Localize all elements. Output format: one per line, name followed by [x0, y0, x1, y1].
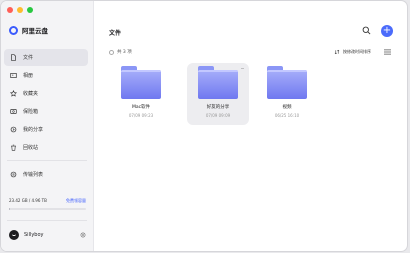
close-window-button[interactable] — [7, 7, 13, 13]
aliyun-logo-icon — [9, 25, 18, 35]
folder-date: 07/09 09:09 — [205, 113, 231, 118]
sidebar-item-label: 保险箱 — [23, 109, 39, 115]
storage-info: 23.42 GB / 4.96 TB 免费领容量 — [9, 198, 86, 210]
folder-name: 好友的分享 — [206, 105, 230, 110]
zoom-window-button[interactable] — [27, 7, 33, 13]
sidebar-divider — [7, 160, 87, 161]
sidebar-item-label: 收藏夹 — [23, 91, 39, 97]
user-profile[interactable]: Sillyboy — [9, 230, 86, 240]
folder-item[interactable]: 视频 06/25 16:10 — [256, 63, 318, 125]
file-icon — [10, 54, 17, 61]
sort-icon — [334, 49, 340, 55]
sidebar-item-my-shares[interactable]: 我的分享 — [4, 121, 88, 138]
sidebar-item-safe[interactable]: 保险箱 — [4, 103, 88, 120]
search-icon[interactable] — [362, 26, 371, 35]
storage-bar — [9, 208, 86, 210]
free-capacity-link[interactable]: 免费领容量 — [66, 198, 86, 204]
username: Sillyboy — [24, 232, 44, 238]
add-button[interactable]: + — [381, 25, 393, 37]
star-icon — [10, 90, 17, 97]
sort-label: 按修改时间排序 — [343, 49, 371, 54]
window-controls — [7, 7, 33, 13]
select-all-radio[interactable] — [109, 49, 114, 55]
photo-icon — [10, 72, 17, 79]
sidebar-item-trash[interactable]: 回收站 — [4, 139, 88, 156]
sidebar: 阿里云盘 文件 相册 收藏夹 保险箱 我的分享 回收站 传输列表 23.42 G… — [1, 1, 94, 251]
sort-control[interactable]: 按修改时间排序 — [334, 49, 371, 55]
settings-icon[interactable] — [80, 232, 86, 238]
transfer-section: 传输列表 — [4, 166, 88, 184]
item-count: 共 3 项 — [117, 50, 132, 55]
folder-item[interactable]: Mac软件 07/09 09:23 — [110, 63, 172, 125]
folder-icon — [198, 66, 238, 99]
folder-name: 视频 — [282, 105, 292, 110]
avatar[interactable] — [9, 230, 19, 240]
page-title: 文件 — [109, 30, 122, 37]
trash-icon — [10, 144, 17, 151]
sidebar-nav: 文件 相册 收藏夹 保险箱 我的分享 回收站 — [4, 49, 88, 157]
safe-icon — [10, 108, 17, 115]
folder-icon — [267, 66, 307, 99]
app-brand: 阿里云盘 — [9, 25, 48, 35]
folder-item[interactable]: ··· 好友的分享 07/09 09:09 — [187, 63, 249, 125]
sidebar-divider — [7, 220, 87, 221]
select-all[interactable]: 共 3 项 — [109, 49, 132, 55]
app-name: 阿里云盘 — [22, 27, 48, 35]
sidebar-item-label: 回收站 — [23, 145, 39, 151]
sidebar-item-label: 相册 — [23, 73, 34, 79]
sidebar-item-transfer[interactable]: 传输列表 — [4, 166, 88, 183]
sidebar-item-label: 我的分享 — [23, 127, 44, 133]
storage-used-text: 23.42 GB / 4.96 TB — [9, 198, 47, 203]
folder-date: 06/25 16:10 — [274, 113, 300, 118]
app-window: 阿里云盘 文件 相册 收藏夹 保险箱 我的分享 回收站 传输列表 23.42 G… — [1, 1, 407, 251]
folder-icon — [121, 66, 161, 99]
sidebar-item-files[interactable]: 文件 — [4, 49, 88, 66]
minimize-window-button[interactable] — [17, 7, 23, 13]
share-icon — [10, 126, 17, 133]
more-options-icon[interactable]: ··· — [241, 66, 245, 72]
folder-date: 07/09 09:23 — [128, 113, 154, 118]
sidebar-item-label: 传输列表 — [23, 172, 44, 178]
folder-name: Mac软件 — [131, 105, 151, 110]
transfer-icon — [10, 171, 17, 178]
main-content: 文件 + 共 3 项 按修改时间排序 Mac软件 07/09 09:23 ··· — [94, 1, 407, 251]
storage-bar-fill — [9, 208, 11, 210]
sidebar-item-label: 文件 — [23, 55, 34, 61]
sidebar-item-favorites[interactable]: 收藏夹 — [4, 85, 88, 102]
sidebar-item-photos[interactable]: 相册 — [4, 67, 88, 84]
list-view-icon[interactable] — [384, 49, 391, 55]
